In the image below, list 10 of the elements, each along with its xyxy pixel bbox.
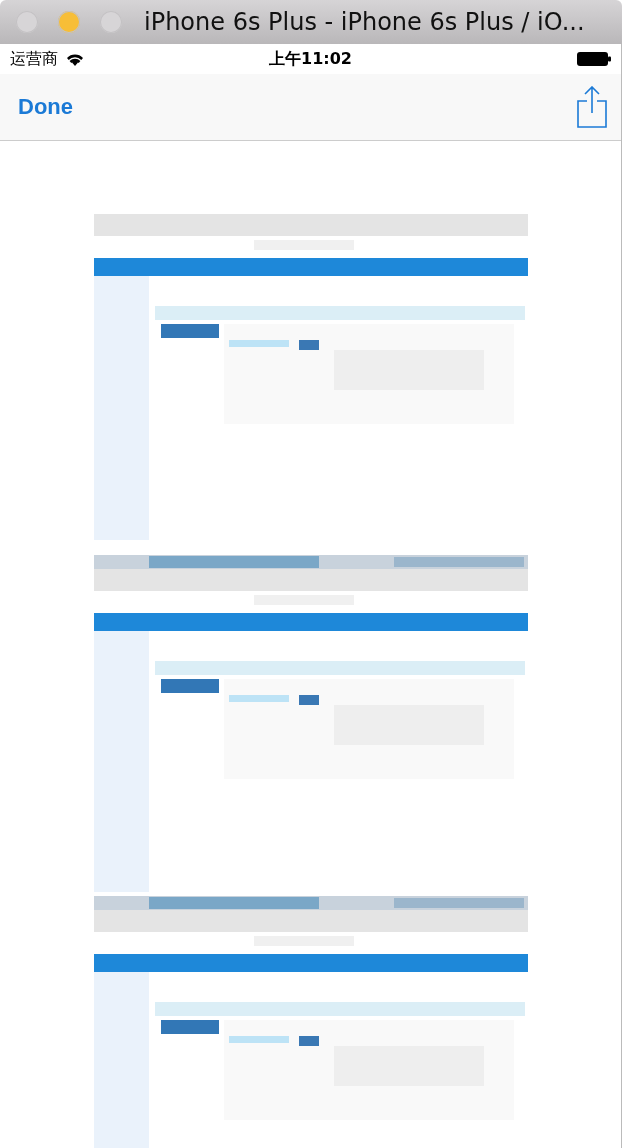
wifi-icon — [66, 52, 84, 66]
window-title: iPhone 6s Plus - iPhone 6s Plus / iO... — [144, 8, 585, 36]
close-button[interactable] — [16, 11, 38, 33]
status-time: 上午11:02 — [269, 48, 352, 70]
zoom-button[interactable] — [100, 11, 122, 33]
battery-icon — [577, 52, 611, 66]
minimize-button[interactable] — [58, 11, 80, 33]
share-icon[interactable] — [577, 86, 607, 128]
done-button[interactable]: Done — [18, 94, 73, 120]
carrier-label: 运营商 — [10, 48, 58, 70]
